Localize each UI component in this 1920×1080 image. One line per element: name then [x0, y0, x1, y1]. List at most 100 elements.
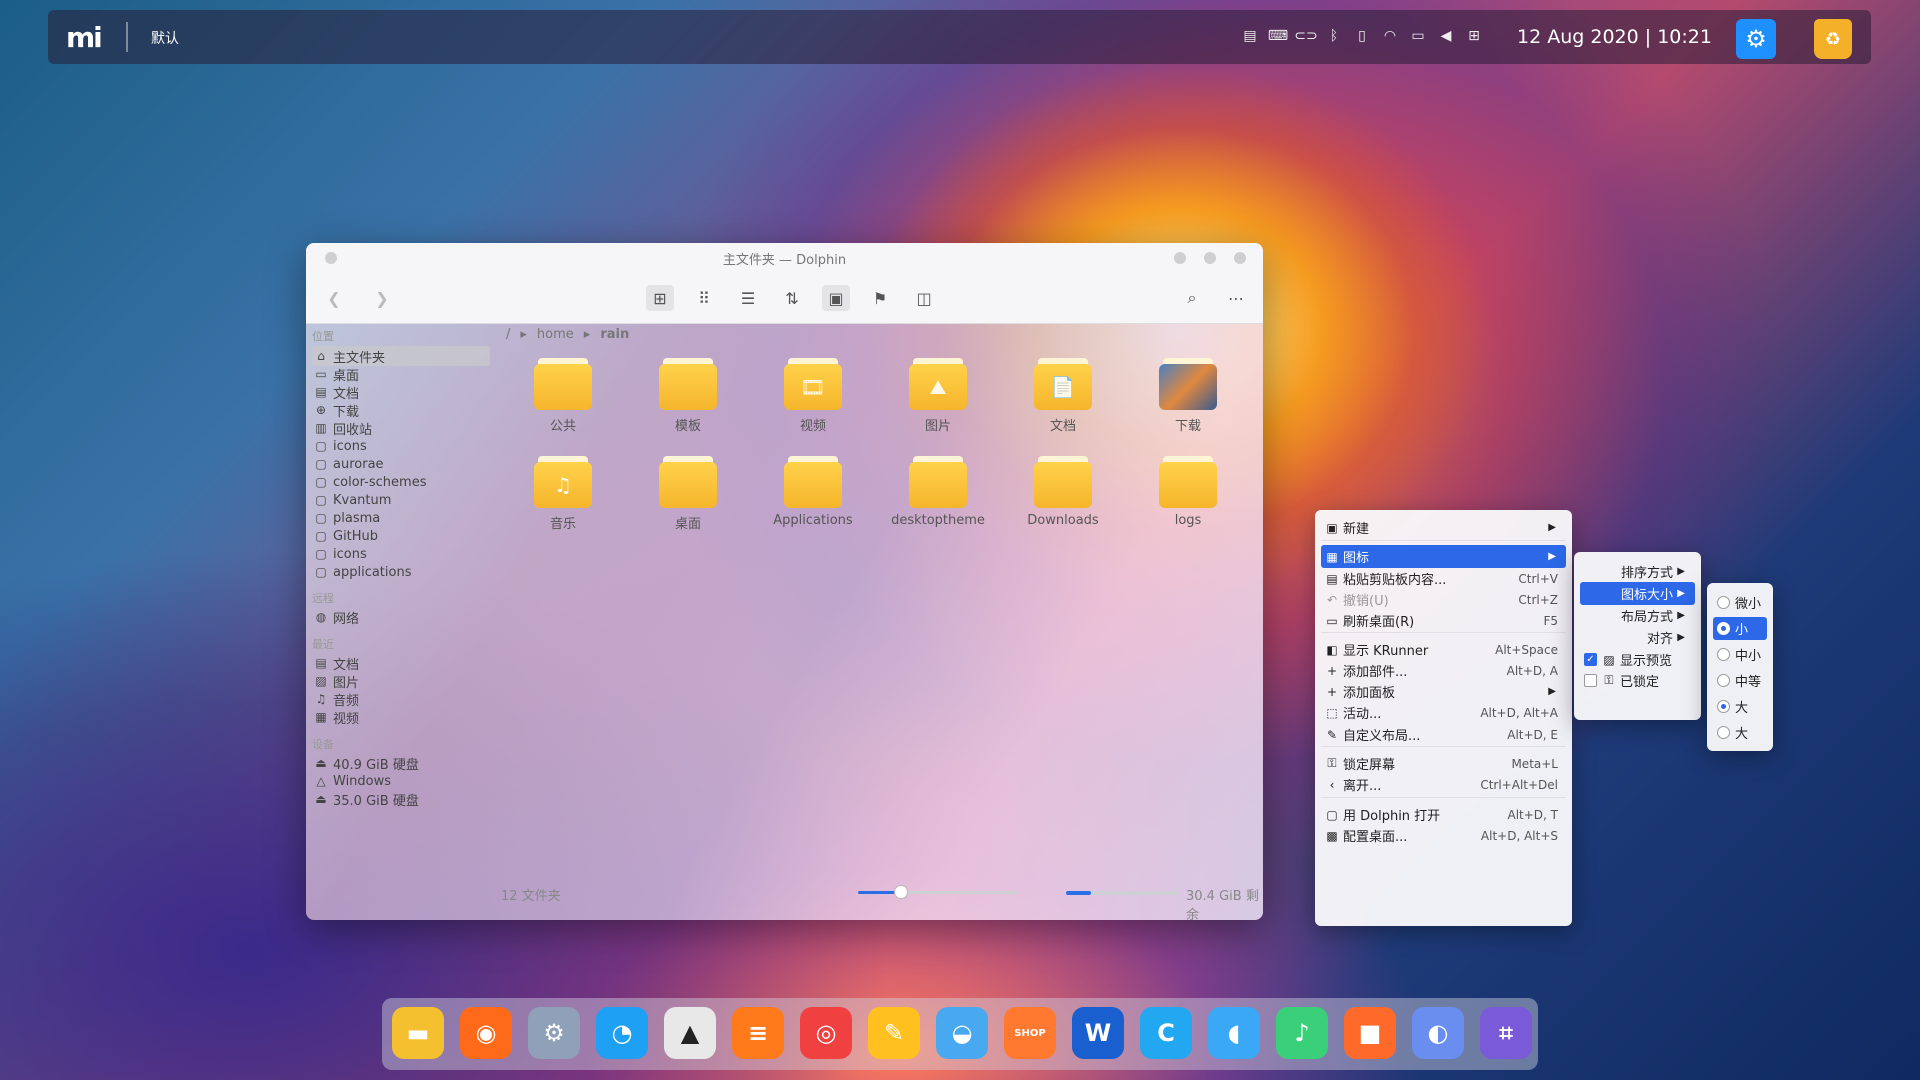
keyboard-icon[interactable]: ⌨	[1268, 26, 1288, 46]
folder-item[interactable]: Applications	[758, 456, 868, 528]
sidebar-item[interactable]: ▢ Kvantum	[312, 490, 490, 510]
search-icon[interactable]: ⌕	[1178, 285, 1206, 311]
sidebar-item[interactable]: ▢ plasma	[312, 508, 490, 528]
breadcrumb-home[interactable]: home	[537, 327, 574, 342]
trash-icon[interactable]: ♻	[1814, 19, 1852, 59]
icon-size-option[interactable]: 小	[1713, 617, 1767, 640]
sidebar-item[interactable]: ▥ 回收站	[312, 418, 490, 438]
icon-size-option[interactable]: 微小	[1713, 591, 1767, 614]
sidebar-item[interactable]: ▢ aurorae	[312, 454, 490, 474]
zoom-slider[interactable]	[858, 885, 1018, 899]
sidebar-item[interactable]: ▢ icons	[312, 436, 490, 456]
settings-gear-icon[interactable]: ⚙	[1736, 19, 1776, 59]
sidebar-item[interactable]: ♫ 音频	[312, 689, 490, 709]
folder-item[interactable]: 桌面	[633, 456, 743, 532]
display-icon[interactable]: ▭	[1408, 26, 1428, 46]
wifi-icon[interactable]: ◠	[1380, 26, 1400, 46]
breadcrumb-root[interactable]: /	[506, 327, 510, 342]
radio-button[interactable]	[1717, 596, 1730, 609]
icons-submenu-item[interactable]: 布局方式 ▶	[1580, 604, 1695, 627]
music-app-icon[interactable]: ♪	[1276, 1007, 1328, 1059]
grid-icon[interactable]: ⊞	[1464, 26, 1484, 46]
folder-item[interactable]: Downloads	[1008, 456, 1118, 528]
icon-size-option[interactable]: 大	[1713, 695, 1767, 718]
sidebar-item[interactable]: ▢ applications	[312, 562, 490, 582]
context-menu-item[interactable]: ▢ 用 Dolphin 打开 Alt+D, T	[1321, 803, 1566, 826]
context-menu-item[interactable]: ◧ 显示 KRunner Alt+Space	[1321, 638, 1566, 661]
folder-item[interactable]: 公共	[508, 358, 618, 434]
context-menu-item[interactable]: ✎ 自定义布局... Alt+D, E	[1321, 723, 1566, 746]
split-view-icon[interactable]: ◫	[910, 285, 938, 311]
clock[interactable]: 12 Aug 2020 | 10:21	[1517, 26, 1712, 48]
icon-size-option[interactable]: 大	[1713, 721, 1767, 744]
toggle-icon[interactable]: ⊂⊃	[1294, 26, 1317, 46]
details-view-icon[interactable]: ☰	[734, 285, 762, 311]
sidebar-item[interactable]: ⏏ 40.9 GiB 硬盘	[312, 753, 490, 773]
context-menu-item[interactable]: ↶ 撤销(U) Ctrl+Z	[1321, 588, 1566, 611]
context-menu-item[interactable]: ▩ 配置桌面... Alt+D, Alt+S	[1321, 824, 1566, 847]
settings-app-icon[interactable]: ⚙	[528, 1007, 580, 1059]
minimize-button[interactable]	[1174, 252, 1186, 264]
radio-button[interactable]	[1717, 700, 1730, 713]
radio-button[interactable]	[1717, 674, 1730, 687]
mi-logo[interactable]: mi	[66, 21, 106, 54]
icons-submenu-item[interactable]: 图标大小 ▶	[1580, 582, 1695, 605]
firefox-app-icon[interactable]: ◉	[460, 1007, 512, 1059]
sidebar-item[interactable]: ▢ icons	[312, 544, 490, 564]
icons-view-icon[interactable]: ⊞	[646, 285, 674, 311]
browser-app-icon[interactable]: C	[1140, 1007, 1192, 1059]
context-menu-item[interactable]: ▭ 刷新桌面(R) F5	[1321, 609, 1566, 632]
screenshot-app-icon[interactable]: ◐	[1412, 1007, 1464, 1059]
checkbox[interactable]: ✓	[1584, 653, 1597, 666]
bluetooth-icon[interactable]: ᛒ	[1324, 26, 1344, 46]
shop-app-icon[interactable]: SHOP	[1004, 1007, 1056, 1059]
sidebar-item[interactable]: ▤ 文档	[312, 653, 490, 673]
checkbox[interactable]	[1584, 674, 1597, 687]
icons-submenu-item[interactable]: 排序方式 ▶	[1580, 560, 1695, 583]
sidebar-item[interactable]: ▤ 文档	[312, 382, 490, 402]
files-app-icon[interactable]: ▬	[392, 1007, 444, 1059]
crop-app-icon[interactable]: ⌗	[1480, 1007, 1532, 1059]
bookmark-icon[interactable]: ⚑	[866, 285, 894, 311]
window-titlebar[interactable]: 主文件夹 — Dolphin	[306, 243, 1263, 273]
context-menu-item[interactable]: ▦ 图标 ▶	[1321, 545, 1566, 568]
clipboard-icon[interactable]: ▤	[1240, 26, 1260, 46]
music-netease-app-icon[interactable]: ◎	[800, 1007, 852, 1059]
window-menu-dot[interactable]	[325, 252, 337, 264]
back-icon[interactable]: ❮	[320, 285, 348, 311]
context-menu-item[interactable]: ▣ 新建 ▶	[1321, 516, 1566, 539]
volume-icon[interactable]: ◀	[1436, 26, 1456, 46]
sidebar-item[interactable]: ⌂ 主文件夹	[312, 346, 490, 366]
notes-app-icon[interactable]: ≡	[732, 1007, 784, 1059]
icon-size-option[interactable]: 中等	[1713, 669, 1767, 692]
sidebar-item[interactable]: ▢ GitHub	[312, 526, 490, 546]
sidebar-item[interactable]: ▭ 桌面	[312, 364, 490, 384]
context-menu-item[interactable]: ‹ 离开... Ctrl+Alt+Del	[1321, 773, 1566, 796]
icon-size-option[interactable]: 中小	[1713, 643, 1767, 666]
word-app-icon[interactable]: W	[1072, 1007, 1124, 1059]
github-app-icon[interactable]: ◒	[936, 1007, 988, 1059]
context-menu-item[interactable]: + 添加部件... Alt+D, A	[1321, 659, 1566, 682]
folder-item[interactable]: 下载	[1133, 358, 1243, 434]
editor-app-icon[interactable]: ✎	[868, 1007, 920, 1059]
chat-app-icon[interactable]: ◖	[1208, 1007, 1260, 1059]
context-menu-item[interactable]: ▤ 粘贴剪贴板内容... Ctrl+V	[1321, 567, 1566, 590]
folder-item[interactable]: desktoptheme	[883, 456, 993, 528]
radio-button[interactable]	[1717, 726, 1730, 739]
icons-submenu-item[interactable]: ⚿ 已锁定	[1580, 669, 1695, 692]
folder-item[interactable]: 模板	[633, 358, 743, 434]
folder-item[interactable]: 🎞 视频	[758, 358, 868, 434]
icons-submenu-item[interactable]: ✓ ▨ 显示预览	[1580, 648, 1695, 671]
context-menu-item[interactable]: + 添加面板 ▶	[1321, 680, 1566, 703]
battery-icon[interactable]: ▯	[1352, 26, 1372, 46]
video-app-icon[interactable]: ■	[1344, 1007, 1396, 1059]
activity-label[interactable]: 默认	[151, 28, 179, 48]
sidebar-item[interactable]: ⊕ 下载	[312, 400, 490, 420]
breadcrumb-current[interactable]: rain	[600, 327, 629, 342]
folder-item[interactable]: ⛰ 图片	[883, 358, 993, 434]
sidebar-item[interactable]: ◍ 网络	[312, 607, 490, 627]
icons-submenu-item[interactable]: 对齐 ▶	[1580, 626, 1695, 649]
sidebar-item[interactable]: ▨ 图片	[312, 671, 490, 691]
folder-item[interactable]: ♫ 音乐	[508, 456, 618, 532]
close-button[interactable]	[1234, 252, 1246, 264]
